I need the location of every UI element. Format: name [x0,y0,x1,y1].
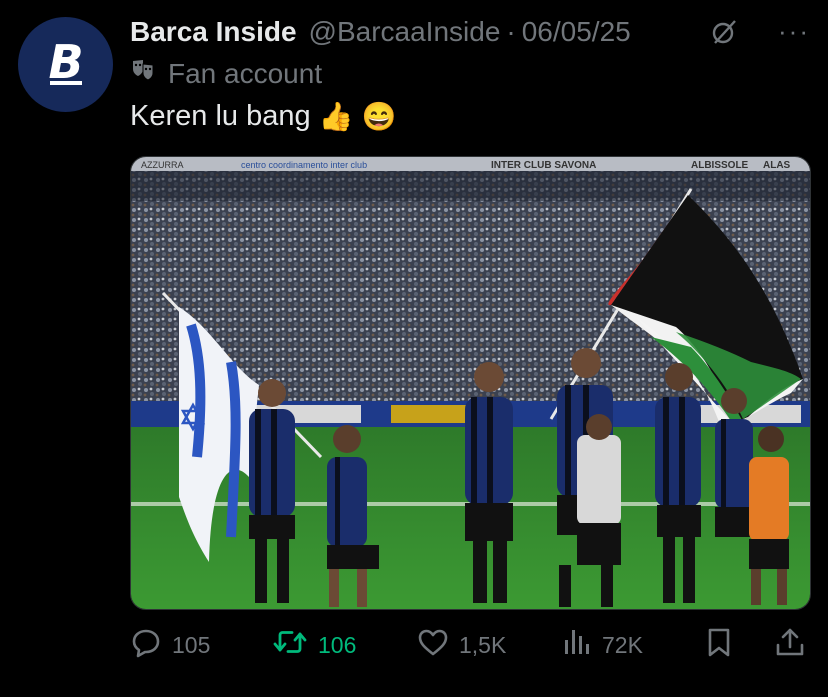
retweet-icon [272,626,318,664]
avatar-logo-underline [50,81,82,85]
reply-icon [130,626,172,664]
views-button[interactable]: 72K [562,622,643,668]
avatar[interactable]: B [18,17,113,112]
share-icon [774,626,816,664]
share-button[interactable] [774,622,816,668]
like-count: 1,5K [459,631,507,658]
banner-text-1: AZZURRA [141,160,184,170]
tweet-text-content: Keren lu bang [130,100,311,132]
banner-text-5: ALAS [763,160,791,171]
tweet-header: Barca Inside @BarcaaInside · 06/05/25 ··… [130,14,810,50]
thumbs-up-emoji: 👍 [318,101,354,132]
header-separator: · [506,16,516,47]
bookmark-icon [704,626,744,664]
stadium-photo: AZZURRA centro coordinamento inter club … [131,157,810,609]
retweet-button[interactable]: 106 [272,622,356,668]
reply-button[interactable]: 105 [130,622,210,668]
more-options-icon[interactable]: ··· [778,16,810,47]
bookmark-button[interactable] [704,622,744,668]
grinning-emoji: 😄 [361,101,397,132]
author-handle[interactable]: @BarcaaInside [309,16,501,48]
tweet-date[interactable]: 06/05/25 [522,16,631,48]
grok-icon[interactable] [710,18,738,51]
banner-text-2: centro coordinamento inter club [241,160,367,170]
banner-text-4: ALBISSOLE [691,160,749,171]
account-label-text: Fan account [168,57,323,89]
tweet-text: Keren lu bang 👍 😄 [130,100,396,133]
reply-count: 105 [172,631,211,658]
account-label: Fan account [130,57,322,90]
tweet-photo[interactable]: AZZURRA centro coordinamento inter club … [130,156,811,610]
analytics-icon [562,626,602,664]
tweet-actions: 105 106 1,5K 72K [130,622,810,668]
views-count: 72K [602,631,643,658]
theater-masks-icon [130,57,156,90]
like-button[interactable]: 1,5K [417,622,506,668]
retweet-count: 106 [318,631,357,658]
banner-text-3: INTER CLUB SAVONA [491,160,596,171]
author-name[interactable]: Barca Inside [130,16,297,48]
heart-icon [417,626,459,664]
